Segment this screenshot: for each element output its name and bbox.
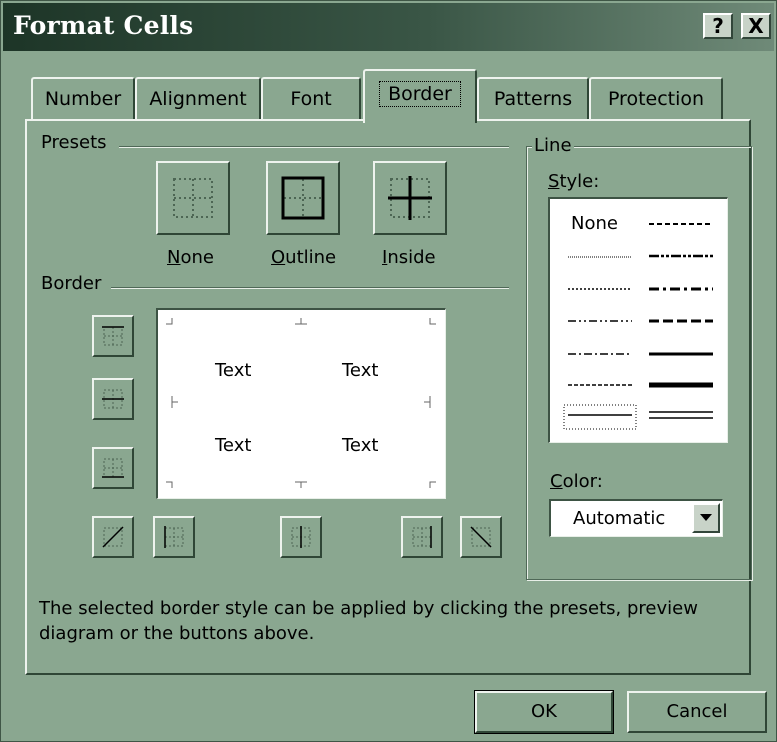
tab-patterns[interactable]: Patterns bbox=[477, 77, 589, 119]
tab-protection-label: Protection bbox=[607, 88, 705, 110]
border-diagonal-up-button[interactable] bbox=[92, 516, 134, 558]
line-style-list[interactable]: None bbox=[548, 197, 728, 443]
diagonal-up-icon bbox=[102, 526, 124, 548]
color-label: Color: bbox=[550, 471, 603, 492]
help-icon: ? bbox=[712, 14, 724, 38]
preview-corner-marks bbox=[166, 318, 436, 488]
preset-inside-label: Inside bbox=[382, 247, 436, 268]
close-icon: X bbox=[748, 14, 764, 38]
tab-border[interactable]: Border bbox=[363, 69, 477, 123]
border-top-button[interactable] bbox=[92, 315, 134, 357]
preset-none-label: None bbox=[167, 247, 214, 268]
border-left-icon bbox=[164, 526, 184, 548]
style-label: Style: bbox=[548, 171, 600, 192]
cancel-button-label: Cancel bbox=[666, 701, 728, 722]
presets-group-label: Presets bbox=[41, 132, 107, 153]
tab-patterns-label: Patterns bbox=[493, 88, 573, 110]
border-middle-vertical-button[interactable] bbox=[280, 516, 322, 558]
presets-divider bbox=[119, 146, 509, 148]
description-text: The selected border style can be applied… bbox=[39, 598, 698, 644]
tab-alignment-label: Alignment bbox=[149, 88, 247, 110]
color-dropdown-value: Automatic bbox=[573, 508, 666, 529]
border-left-button[interactable] bbox=[153, 516, 195, 558]
preset-none-button[interactable] bbox=[156, 161, 230, 235]
border-middle-horizontal-icon bbox=[102, 389, 124, 409]
border-top-icon bbox=[102, 326, 124, 346]
preset-none-icon bbox=[173, 178, 213, 218]
preview-text-bottom-left: Text bbox=[215, 435, 252, 456]
ok-button[interactable]: OK bbox=[474, 690, 614, 734]
border-middle-horizontal-button[interactable] bbox=[92, 378, 134, 420]
border-diagonal-down-button[interactable] bbox=[460, 516, 502, 558]
border-bottom-icon bbox=[102, 458, 124, 478]
preset-inside-icon bbox=[388, 176, 432, 220]
tab-font[interactable]: Font bbox=[261, 77, 361, 119]
ok-button-label: OK bbox=[531, 701, 557, 722]
border-right-button[interactable] bbox=[401, 516, 443, 558]
border-right-icon bbox=[412, 526, 432, 548]
preview-text-top-right: Text bbox=[342, 360, 379, 381]
format-cells-dialog: Format Cells ? X Number Alignment Font B… bbox=[0, 0, 777, 742]
tab-number[interactable]: Number bbox=[31, 77, 135, 119]
close-button[interactable]: X bbox=[741, 13, 771, 39]
line-style-swatches bbox=[563, 223, 713, 430]
tab-border-label: Border bbox=[379, 81, 461, 107]
title-bar[interactable]: Format Cells ? X bbox=[3, 3, 774, 51]
tab-alignment[interactable]: Alignment bbox=[135, 77, 261, 119]
diagonal-down-icon bbox=[470, 526, 492, 548]
border-middle-vertical-icon bbox=[291, 526, 311, 548]
cancel-button[interactable]: Cancel bbox=[627, 691, 767, 733]
help-button[interactable]: ? bbox=[703, 13, 733, 39]
preset-outline-button[interactable] bbox=[266, 161, 340, 235]
preset-outline-label: Outline bbox=[271, 247, 337, 268]
tab-protection[interactable]: Protection bbox=[589, 77, 723, 119]
border-bottom-button[interactable] bbox=[92, 447, 134, 489]
tab-font-label: Font bbox=[290, 88, 332, 110]
border-group-label: Border bbox=[41, 273, 102, 294]
border-divider bbox=[111, 287, 509, 289]
chevron-down-icon[interactable] bbox=[692, 503, 720, 533]
preset-outline-icon bbox=[281, 176, 325, 220]
preview-text-bottom-right: Text bbox=[342, 435, 379, 456]
preset-inside-button[interactable] bbox=[373, 161, 447, 235]
tab-number-label: Number bbox=[44, 88, 122, 110]
border-preview[interactable]: Text Text Text Text bbox=[156, 308, 446, 499]
preview-text-top-left: Text bbox=[215, 360, 252, 381]
color-dropdown[interactable]: Automatic bbox=[549, 499, 723, 537]
line-group-label: Line bbox=[532, 135, 574, 156]
dialog-title: Format Cells bbox=[13, 11, 194, 40]
